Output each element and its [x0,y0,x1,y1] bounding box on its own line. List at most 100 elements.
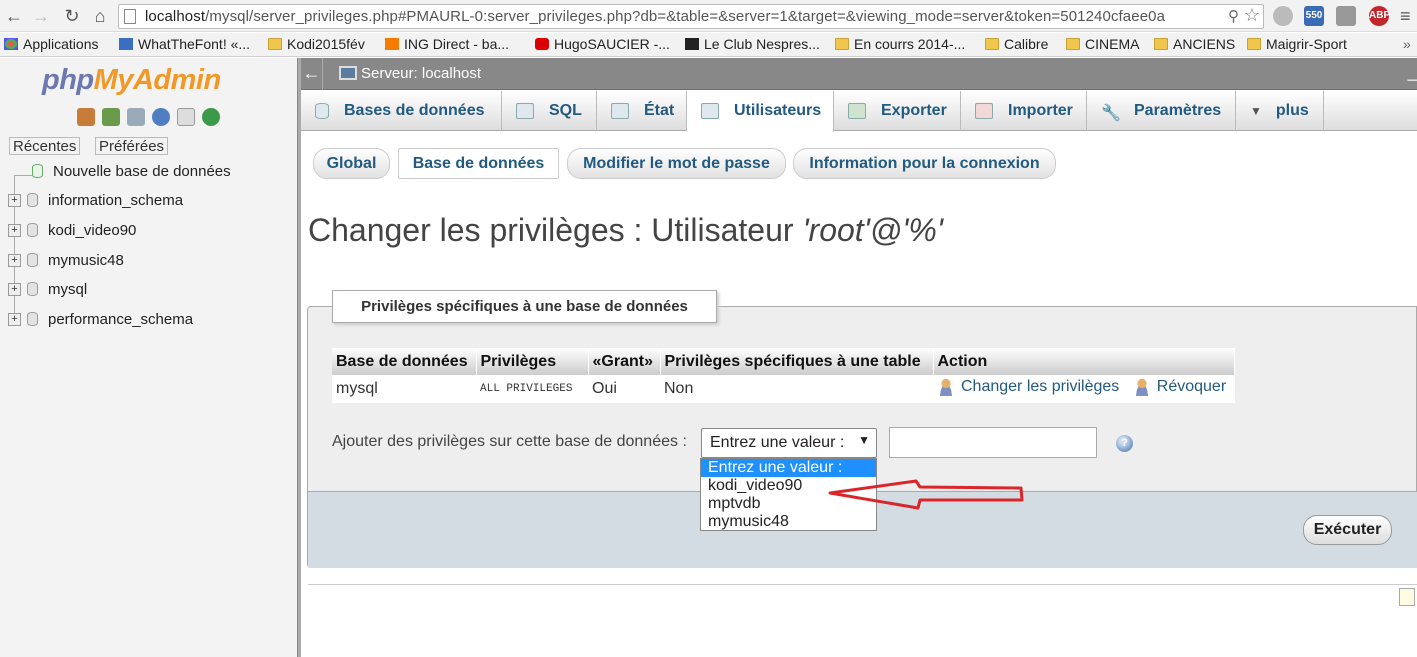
db-item[interactable]: + mysql [8,278,87,300]
sql-icon [516,103,534,119]
folder-icon [1247,38,1261,50]
bookmark-maigrir[interactable]: Maigrir-Sport [1247,36,1347,52]
edit-user-icon [937,377,955,396]
new-database-item[interactable]: Nouvelle base de données [32,161,231,181]
extension-badge-icon[interactable]: 550 [1304,6,1324,26]
phpmyadmin-logo[interactable]: phpMyAdmin [42,64,221,97]
bookmark-label: ING Direct - ba... [404,36,510,52]
privileges-table: Base de données Privilèges «Grant» Privi… [332,348,1235,403]
forward-icon[interactable]: → [30,5,52,27]
bookmark-label: HugoSAUCIER -... [554,36,670,52]
page-settings-icon[interactable]: ⚊ [1406,66,1417,86]
red-arrow-annotation [828,479,1024,510]
bookmark-whatthefont[interactable]: WhatTheFont! «... [119,36,250,52]
tab-more[interactable]: ▼ plus [1236,91,1324,131]
main-tabs: Bases de données SQL État Utilisateurs E… [301,91,1417,132]
menu-icon[interactable]: ≡ [1400,6,1411,27]
col-table-privileges: Privilèges spécifiques à une table [660,348,934,375]
tab-sql[interactable]: SQL [502,91,597,131]
wrench-icon: 🔧 [1101,105,1121,122]
database-name-input[interactable] [889,427,1097,458]
bookmark-apps[interactable]: Applications [4,36,99,52]
tab-settings[interactable]: 🔧 Paramètres [1087,91,1236,131]
db-item[interactable]: + kodi_video90 [8,219,136,241]
collapse-nav-icon[interactable]: ← [301,58,323,90]
star-icon[interactable]: ☆ [1244,5,1260,26]
tab-recent[interactable]: Récentes [9,137,81,155]
dropdown-option[interactable]: mymusic48 [701,513,876,531]
expand-icon[interactable]: + [8,282,21,296]
download-icon[interactable] [1336,6,1356,26]
panel-divider[interactable] [297,58,301,657]
site-icon [119,38,133,50]
bookmark-ing[interactable]: ING Direct - ba... [385,36,509,52]
new-database-label: Nouvelle base de données [53,162,231,180]
expand-icon[interactable]: + [8,193,21,207]
database-select[interactable]: Entrez une valeur : ▼ [701,428,877,458]
title-user: 'root'@'%' [802,212,943,248]
execute-button[interactable]: Exécuter [1303,515,1392,545]
more-bookmarks-icon[interactable]: » [1403,36,1411,52]
reload-icon[interactable]: ↻ [61,5,83,27]
subtab-login-info[interactable]: Information pour la connexion [793,148,1056,179]
db-item[interactable]: + mymusic48 [8,249,124,271]
tab-favorites[interactable]: Préférées [95,137,169,155]
subtab-change-password[interactable]: Modifier le mot de passe [567,148,786,179]
home-icon[interactable]: ⌂ [89,5,111,27]
logout-icon[interactable] [102,108,120,126]
bookmark-hugosaucier[interactable]: HugoSAUCIER -... [535,36,670,52]
docs-icon[interactable] [177,108,195,126]
bookmark-nespresso[interactable]: Le Club Nespres... [685,36,820,52]
home-nav-icon[interactable] [77,108,95,126]
tab-export[interactable]: Exporter [834,91,961,131]
query-window-icon[interactable] [127,108,145,126]
page-title: Changer les privilèges : Utilisateur 'ro… [308,212,943,249]
divider [308,584,1417,585]
edit-privileges-link[interactable]: Changer les privilèges [937,377,1119,396]
extension-icon[interactable] [1273,6,1293,26]
console-icon[interactable] [1399,588,1415,606]
refresh-icon[interactable] [202,108,220,126]
bookmark-cinema[interactable]: CINEMA [1066,36,1139,52]
database-icon [27,193,38,207]
bookmark-kodi[interactable]: Kodi2015fév [268,36,365,52]
address-bar[interactable]: localhost/mysql/server_privileges.php#PM… [118,4,1264,29]
expand-icon[interactable]: + [8,253,21,267]
server-icon [339,66,357,80]
adblock-icon[interactable]: ABP [1369,6,1390,26]
bookmark-label: En courrs 2014-... [854,36,966,52]
subtab-global[interactable]: Global [313,148,390,179]
server-title[interactable]: Serveur: localhost [361,65,481,82]
revoke-link[interactable]: Révoquer [1132,377,1226,396]
folder-icon [1066,38,1080,50]
bookmark-calibre[interactable]: Calibre [985,36,1048,52]
db-item[interactable]: + information_schema [8,189,183,211]
site-icon [385,38,399,50]
bookmark-label: Le Club Nespres... [704,36,820,52]
db-name: mymusic48 [48,251,124,269]
database-icon [27,253,38,267]
tab-users[interactable]: Utilisateurs [687,91,834,132]
cell-action: Changer les privilèges Révoquer [933,375,1235,403]
apps-icon [4,38,18,50]
expand-icon[interactable]: + [8,312,21,326]
bookmark-anciens[interactable]: ANCIENS [1154,36,1235,52]
help-icon[interactable]: ? [1116,435,1133,452]
tab-status[interactable]: État [597,91,687,131]
tab-databases[interactable]: Bases de données [301,91,502,131]
expand-icon[interactable]: + [8,223,21,237]
help-nav-icon[interactable] [152,108,170,126]
caret-down-icon: ▼ [1250,104,1262,118]
back-icon[interactable]: ← [3,5,25,27]
database-icon [27,223,38,237]
subtab-database[interactable]: Base de données [398,148,559,179]
caret-down-icon: ▼ [858,433,870,447]
db-item[interactable]: + performance_schema [8,308,193,330]
table-header-row: Base de données Privilèges «Grant» Privi… [332,348,1235,375]
tab-import[interactable]: Importer [961,91,1087,131]
dropdown-option[interactable]: Entrez une valeur : [701,459,876,477]
bookmark-encours[interactable]: En courrs 2014-... [835,36,965,52]
server-breadcrumb: ← Serveur: localhost [301,58,1417,90]
zoom-icon[interactable]: ⚲ [1228,7,1239,25]
tab-label: Bases de données [344,102,485,119]
